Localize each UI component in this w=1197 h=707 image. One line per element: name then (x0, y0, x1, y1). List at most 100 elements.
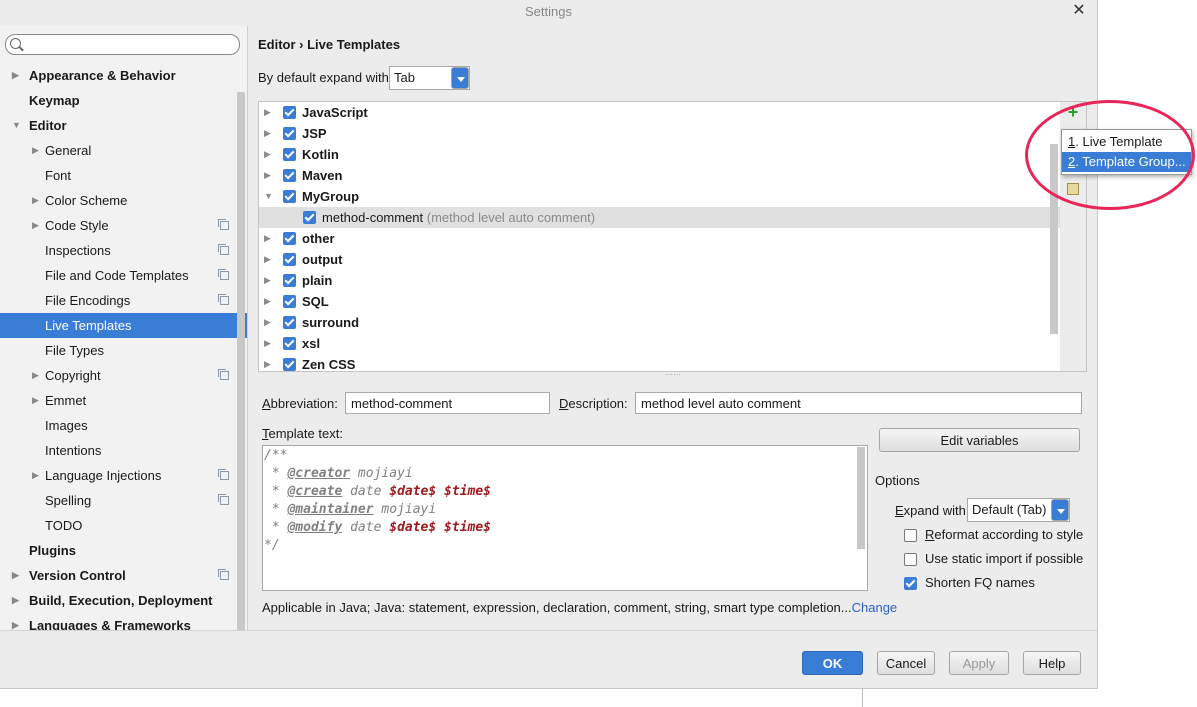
enabled-checkbox[interactable] (283, 358, 296, 371)
chevron-right-icon[interactable]: ▶ (32, 213, 42, 238)
template-group-row[interactable]: ▶ Zen CSS (259, 354, 1061, 371)
sidebar-item-version-control[interactable]: ▶ Version Control (0, 563, 247, 588)
sidebar-item-languages-frameworks[interactable]: ▶ Languages & Frameworks (0, 613, 247, 630)
sidebar-item-code-style[interactable]: ▶ Code Style (0, 213, 247, 238)
edit-variables-button[interactable]: Edit variables (879, 428, 1080, 452)
enabled-checkbox[interactable] (283, 148, 296, 161)
ok-button[interactable]: OK (802, 651, 863, 675)
chevron-right-icon[interactable]: ▶ (264, 333, 271, 354)
option-checkbox[interactable] (904, 529, 917, 542)
change-link[interactable]: Change (852, 600, 898, 615)
sidebar-item-todo[interactable]: TODO (0, 513, 247, 538)
template-group-row[interactable]: ▼ MyGroup (259, 186, 1061, 207)
sidebar-item-copyright[interactable]: ▶ Copyright (0, 363, 247, 388)
enabled-checkbox[interactable] (283, 106, 296, 119)
help-button[interactable]: Help (1023, 651, 1081, 675)
template-group-row[interactable]: ▶ surround (259, 312, 1061, 333)
sidebar-item-editor[interactable]: ▼ Editor (0, 113, 247, 138)
apply-button[interactable]: Apply (949, 651, 1009, 675)
sidebar-item-file-encodings[interactable]: File Encodings (0, 288, 247, 313)
sidebar-item-label: Font (45, 168, 72, 183)
template-group-row[interactable]: ▶ Maven (259, 165, 1061, 186)
template-label: method-comment (method level auto commen… (322, 210, 596, 225)
sidebar-item-language-injections[interactable]: ▶ Language Injections (0, 463, 247, 488)
splitter-grip-icon[interactable]: ⋯⋯ (665, 370, 681, 379)
template-group-row[interactable]: ▶ JavaScript (259, 102, 1061, 123)
option-checkbox[interactable] (904, 577, 917, 590)
enabled-checkbox[interactable] (283, 316, 296, 329)
template-group-row[interactable]: ▶ Kotlin (259, 144, 1061, 165)
sidebar-item-font[interactable]: Font (0, 163, 247, 188)
sidebar-item-images[interactable]: Images (0, 413, 247, 438)
chevron-right-icon[interactable]: ▶ (32, 363, 42, 388)
chevron-right-icon[interactable]: ▶ (264, 102, 271, 123)
sidebar-item-keymap[interactable]: Keymap (0, 88, 247, 113)
template-text-editor[interactable]: /** * @creator mojiayi * @create date $d… (262, 445, 868, 591)
option-label[interactable]: Shorten FQ names (925, 575, 1035, 590)
chevron-right-icon[interactable]: ▶ (32, 388, 42, 413)
editor-scrollbar[interactable] (857, 447, 865, 549)
template-label: xsl (302, 336, 321, 351)
enabled-checkbox[interactable] (283, 190, 296, 203)
enabled-checkbox[interactable] (283, 127, 296, 140)
sidebar-item-color-scheme[interactable]: ▶ Color Scheme (0, 188, 247, 213)
sidebar-item-inspections[interactable]: Inspections (0, 238, 247, 263)
cancel-button[interactable]: Cancel (877, 651, 935, 675)
search-input[interactable] (5, 34, 240, 55)
enabled-checkbox[interactable] (303, 211, 316, 224)
enabled-checkbox[interactable] (283, 337, 296, 350)
option-label[interactable]: Reformat according to style (925, 527, 1083, 542)
template-group-row[interactable]: ▶ SQL (259, 291, 1061, 312)
template-group-row[interactable]: ▶ other (259, 228, 1061, 249)
chevron-right-icon[interactable]: ▶ (264, 291, 271, 312)
sidebar-item-intentions[interactable]: Intentions (0, 438, 247, 463)
template-group-row[interactable]: ▶ xsl (259, 333, 1061, 354)
abbreviation-field[interactable]: method-comment (345, 392, 550, 414)
chevron-down-icon[interactable]: ▼ (264, 186, 273, 207)
sidebar-item-emmet[interactable]: ▶ Emmet (0, 388, 247, 413)
sidebar-item-general[interactable]: ▶ General (0, 138, 247, 163)
sidebar-item-file-and-code-templates[interactable]: File and Code Templates (0, 263, 247, 288)
sidebar-item-spelling[interactable]: Spelling (0, 488, 247, 513)
expand-default-select[interactable]: Tab (389, 66, 470, 90)
expand-with-label: Expand with (895, 503, 966, 518)
close-icon[interactable]: ✕ (1071, 2, 1087, 20)
chevron-right-icon[interactable]: ▶ (264, 312, 271, 333)
template-label: plain (302, 273, 333, 288)
chevron-right-icon[interactable]: ▶ (264, 270, 271, 291)
chevron-right-icon[interactable]: ▶ (264, 165, 271, 186)
chevron-right-icon[interactable]: ▶ (264, 228, 271, 249)
option-checkbox[interactable] (904, 553, 917, 566)
enabled-checkbox[interactable] (283, 253, 296, 266)
sidebar-item-plugins[interactable]: Plugins (0, 538, 247, 563)
sidebar-item-build-execution-deployment[interactable]: ▶ Build, Execution, Deployment (0, 588, 247, 613)
template-group-row[interactable]: ▶ plain (259, 270, 1061, 291)
chevron-right-icon[interactable]: ▶ (264, 123, 271, 144)
template-label: Maven (302, 168, 343, 183)
chevron-right-icon[interactable]: ▶ (12, 588, 22, 613)
chevron-right-icon[interactable]: ▶ (264, 249, 271, 270)
template-group-row[interactable]: ▶ JSP (259, 123, 1061, 144)
chevron-right-icon[interactable]: ▶ (264, 354, 271, 371)
template-group-row[interactable]: ▶ output (259, 249, 1061, 270)
sidebar-item-appearance-behavior[interactable]: ▶ Appearance & Behavior (0, 63, 247, 88)
chevron-right-icon[interactable]: ▶ (32, 188, 42, 213)
enabled-checkbox[interactable] (283, 295, 296, 308)
chevron-right-icon[interactable]: ▶ (12, 613, 22, 630)
option-label[interactable]: Use static import if possible (925, 551, 1083, 566)
sidebar-item-file-types[interactable]: File Types (0, 338, 247, 363)
sidebar-scrollbar[interactable] (237, 92, 245, 630)
chevron-right-icon[interactable]: ▶ (32, 138, 42, 163)
chevron-right-icon[interactable]: ▶ (264, 144, 271, 165)
sidebar-item-live-templates[interactable]: Live Templates (0, 313, 247, 338)
chevron-down-icon[interactable]: ▼ (12, 113, 22, 138)
chevron-right-icon[interactable]: ▶ (32, 463, 42, 488)
template-row[interactable]: method-comment (method level auto commen… (259, 207, 1061, 228)
description-field[interactable]: method level auto comment (635, 392, 1082, 414)
chevron-right-icon[interactable]: ▶ (12, 563, 22, 588)
enabled-checkbox[interactable] (283, 232, 296, 245)
expand-with-select[interactable]: Default (Tab) (967, 498, 1070, 522)
chevron-right-icon[interactable]: ▶ (12, 63, 22, 88)
enabled-checkbox[interactable] (283, 169, 296, 182)
enabled-checkbox[interactable] (283, 274, 296, 287)
